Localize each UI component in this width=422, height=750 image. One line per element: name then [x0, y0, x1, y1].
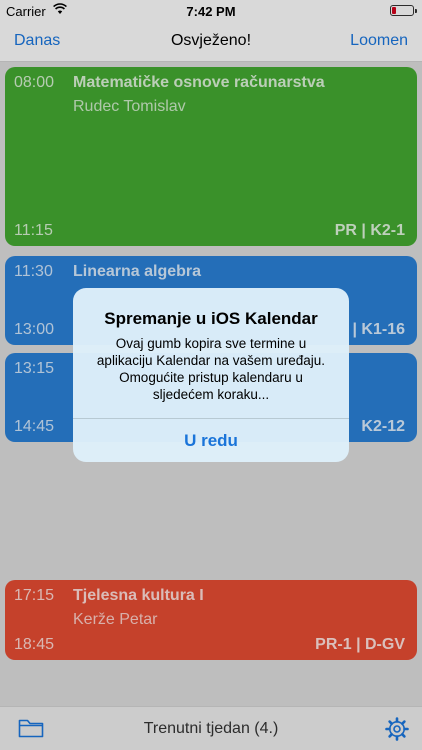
ok-button[interactable]: U redu — [73, 418, 349, 462]
alert-title: Spremanje u iOS Kalendar — [104, 309, 318, 328]
alert-message: Ovaj gumb kopira sve termine u aplikacij… — [96, 336, 326, 402]
calendar-alert: Spremanje u iOS Kalendar Ovaj gumb kopir… — [73, 288, 349, 462]
